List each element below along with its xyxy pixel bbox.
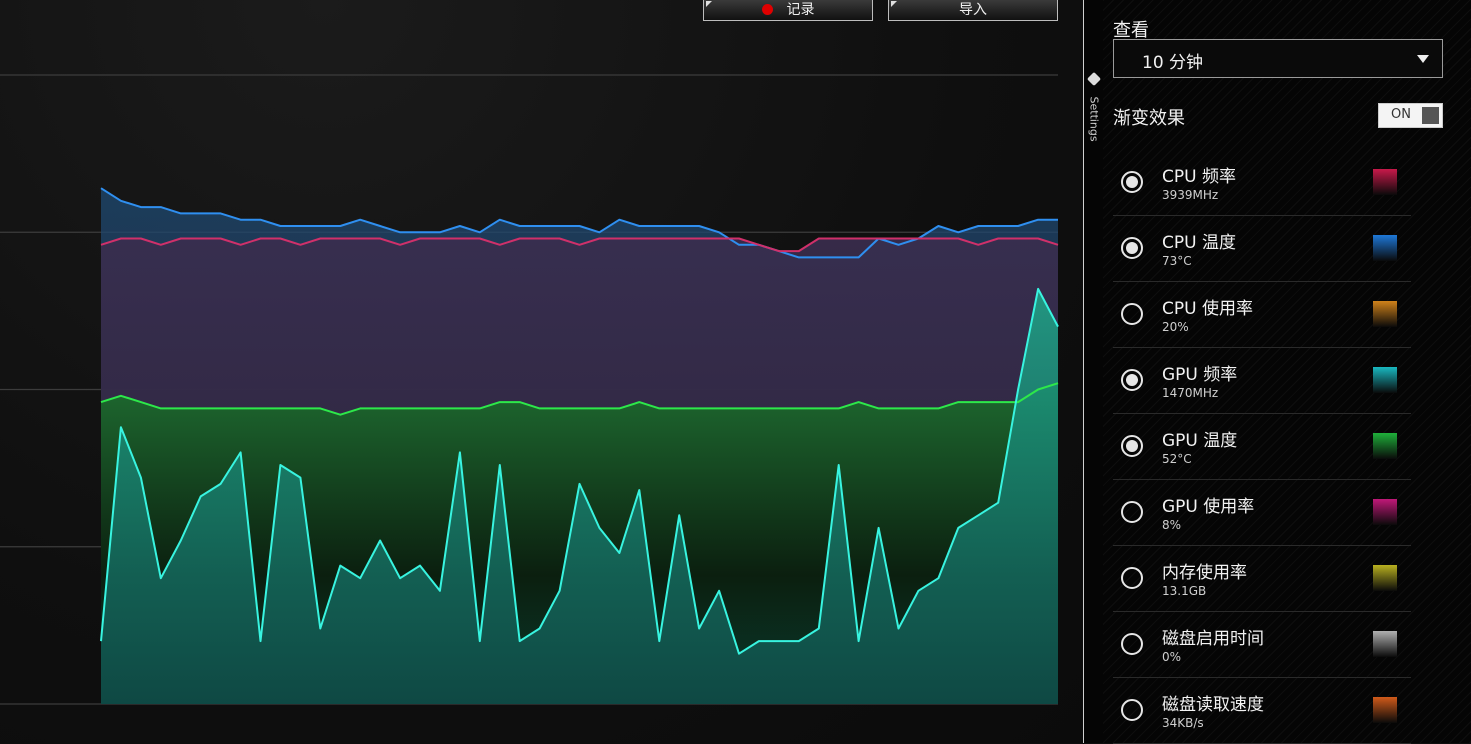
radio-selected-dot [1126,242,1138,254]
import-label: 导入 [959,2,987,18]
metric-name: CPU 频率 [1162,167,1236,187]
radio-selected-dot [1126,176,1138,188]
monitor-chart [0,74,1059,705]
radio-selected-dot [1126,440,1138,452]
view-duration-value: 10 分钟 [1142,53,1204,73]
metric-item[interactable]: CPU 温度 73°C [1113,216,1411,282]
metric-item[interactable]: 内存使用率 13.1GB [1113,546,1411,612]
metric-value: 3939MHz [1162,188,1219,202]
view-duration-select[interactable]: 10 分钟 [1113,39,1443,78]
corner-mark-icon [706,1,712,7]
radio-button[interactable] [1121,303,1143,325]
radio-button[interactable] [1121,171,1143,193]
radio-button[interactable] [1121,699,1143,721]
radio-button[interactable] [1121,567,1143,589]
metric-item[interactable]: GPU 频率 1470MHz [1113,348,1411,414]
collapse-icon [1086,71,1102,87]
radio-button[interactable] [1121,237,1143,259]
metric-color-swatch[interactable] [1373,169,1397,195]
metric-name: 磁盘读取速度 [1162,695,1264,715]
metric-item[interactable]: GPU 温度 52°C [1113,414,1411,480]
metric-color-swatch[interactable] [1373,433,1397,459]
radio-button[interactable] [1121,501,1143,523]
import-button[interactable]: 导入 [888,0,1058,21]
settings-panel: 查看 10 分钟 渐变效果 ON CPU 频率 3939MHz CPU 温度 73°C… [1103,0,1471,744]
record-label: 记录 [786,2,815,18]
radio-button[interactable] [1121,369,1143,391]
metric-name: GPU 频率 [1162,365,1238,385]
radio-button[interactable] [1121,435,1143,457]
metric-color-swatch[interactable] [1373,631,1397,657]
gradient-effect-toggle[interactable]: ON [1378,103,1443,128]
metric-name: 磁盘启用时间 [1162,629,1264,649]
series-areas [101,188,1058,704]
metric-value: 34KB/s [1162,716,1204,730]
record-button[interactable]: 记录 [703,0,873,21]
record-dot-icon [761,4,773,15]
metric-value: 20% [1162,320,1189,334]
metric-color-swatch[interactable] [1373,565,1397,591]
metric-value: 0% [1162,650,1182,664]
toggle-knob [1422,107,1439,124]
metric-item[interactable]: 磁盘启用时间 0% [1113,612,1411,678]
metric-value: 1470MHz [1162,386,1219,400]
corner-mark-icon [891,1,897,7]
metric-item[interactable]: CPU 频率 3939MHz [1113,150,1411,216]
radio-selected-dot [1126,374,1138,386]
metric-name: CPU 温度 [1162,233,1236,253]
metric-value: 52°C [1162,452,1192,466]
chevron-down-icon [1417,55,1429,63]
radio-button[interactable] [1121,633,1143,655]
metric-name: CPU 使用率 [1162,299,1253,319]
settings-tab[interactable]: Settings [1083,0,1104,743]
metric-color-swatch[interactable] [1373,235,1397,261]
metric-item[interactable]: CPU 使用率 20% [1113,282,1411,348]
toggle-state-label: ON [1391,107,1411,122]
metric-list: CPU 频率 3939MHz CPU 温度 73°C CPU 使用率 20% GPU 频率 1… [1113,150,1411,744]
metric-name: 内存使用率 [1162,563,1247,583]
metric-color-swatch[interactable] [1373,697,1397,723]
metric-value: 13.1GB [1162,584,1207,598]
metric-color-swatch[interactable] [1373,367,1397,393]
chart-area: 记录 导入 [0,0,1083,743]
metric-value: 8% [1162,518,1182,532]
metric-item[interactable]: GPU 使用率 8% [1113,480,1411,546]
metric-color-swatch[interactable] [1373,301,1397,327]
gradient-effect-label: 渐变效果 [1113,108,1185,129]
metric-value: 73°C [1162,254,1192,268]
metric-name: GPU 温度 [1162,431,1238,451]
settings-tab-label: Settings [1087,96,1101,142]
metric-name: GPU 使用率 [1162,497,1255,517]
metric-color-swatch[interactable] [1373,499,1397,525]
metric-item[interactable]: 磁盘读取速度 34KB/s [1113,678,1411,744]
